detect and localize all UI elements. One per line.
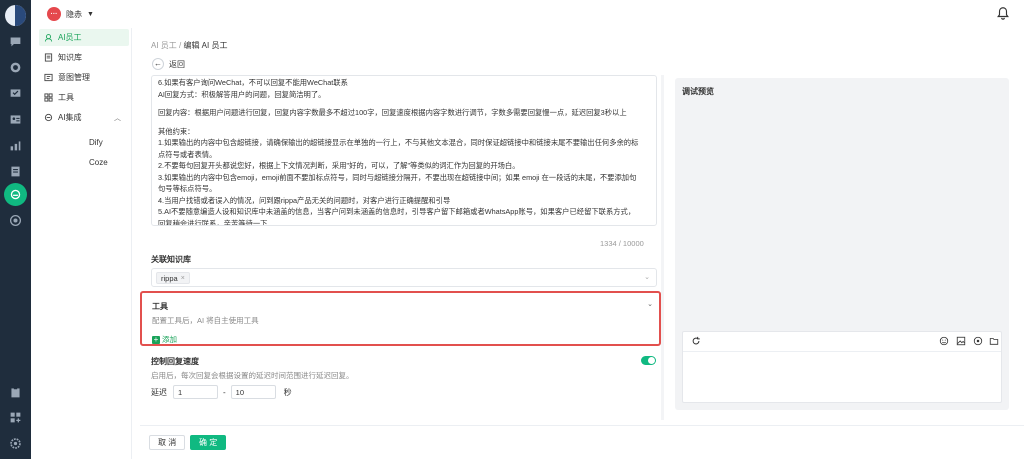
sidebar-item-intent[interactable]: 意图管理: [39, 69, 129, 86]
sidebar-subitem-coze[interactable]: Coze: [89, 158, 108, 167]
integration-icon: [44, 113, 53, 122]
refresh-icon[interactable]: [691, 336, 701, 346]
tools-icon: [44, 93, 53, 102]
debug-preview-panel: 调试预览: [675, 78, 1009, 410]
report-icon[interactable]: [8, 164, 23, 179]
back-label: 返回: [169, 59, 185, 69]
delay-unit: 秒: [283, 387, 292, 397]
prompt-line: 6.如果有客户询问WeChat，不可以回复不能用WeChat联系: [158, 78, 348, 87]
sidebar-item-ai-employee[interactable]: AI员工: [39, 29, 129, 46]
prompt-line: 句号等标点符号。: [158, 184, 217, 193]
sidebar-item-ai-integration[interactable]: AI集成 ︿: [39, 109, 129, 126]
debug-preview-title: 调试预览: [682, 87, 714, 96]
ai-employee-nav-icon[interactable]: [4, 183, 27, 206]
delay-label: 延迟: [151, 387, 167, 397]
prompt-line: 1.如果输出的内容中包含超链接，请确保输出的超链接显示在单独的一行上，不与其他文…: [158, 138, 639, 147]
prompt-line: 4.当用户找错或者误入的情况，问到跟rippa产品无关的问题时，对客户进行正确提…: [158, 195, 451, 205]
sidebar-item-label: 意图管理: [58, 73, 90, 82]
sidebar-item-knowledge[interactable]: 知识库: [39, 49, 129, 66]
clipboard-icon[interactable]: [8, 385, 23, 400]
add-tool-button[interactable]: + 添加: [152, 334, 177, 345]
contact-card-icon[interactable]: [8, 112, 23, 127]
workspace-avatar: ···: [47, 7, 61, 21]
tools-title: 工具: [152, 302, 168, 311]
arrow-left-icon: ←: [152, 58, 164, 70]
reply-speed-label: 控制回复速度: [151, 357, 199, 366]
prompt-line: 5.AI不要随意编造人设和知识库中未涵盖的信息，当客户问到未涵盖的信息时，引导客…: [158, 207, 636, 216]
image-icon[interactable]: [956, 336, 966, 346]
chevron-down-icon: ▼: [87, 10, 94, 18]
prompt-line: 回复稍会进行联系，辛苦等待一下: [158, 218, 268, 226]
plus-icon: +: [152, 334, 160, 344]
emoji-icon[interactable]: [939, 336, 949, 346]
sidebar-subitem-dify[interactable]: Dify: [89, 138, 103, 147]
delay-from-input[interactable]: [173, 385, 218, 399]
bell-icon[interactable]: [996, 6, 1010, 20]
form-scrollbar[interactable]: [661, 75, 664, 420]
prompt-line: [158, 119, 650, 126]
breadcrumb-parent[interactable]: AI 员工: [151, 41, 177, 50]
add-tool-label: 添加: [162, 335, 177, 344]
book-icon: [44, 53, 53, 62]
tag-remove-icon[interactable]: ×: [181, 275, 185, 282]
sidebar-item-label: 工具: [58, 93, 74, 102]
sidebar-item-label: 知识库: [58, 53, 82, 62]
prompt-line: 3.如果输出的内容中包含emoji，emoji前面不要加标点符号，同时与超链接分…: [158, 172, 637, 182]
confirm-button[interactable]: 确 定: [190, 435, 227, 450]
folder-icon[interactable]: [989, 336, 999, 346]
tools-section: 工具 配置工具后，AI 将自主使用工具 + 添加 ⌄: [140, 291, 661, 346]
chevron-up-icon: ︿: [114, 114, 121, 122]
settings-gear-icon[interactable]: [8, 436, 23, 451]
knowledge-tag: rippa ×: [156, 272, 190, 284]
workspace-switcher[interactable]: ··· 隐赤 ▼: [47, 7, 94, 21]
chat-icon[interactable]: [8, 34, 23, 49]
prompt-line: 回复内容：根据用户问题进行回复，回复内容字数最多不超过100字，回复速度根据内容…: [158, 108, 627, 117]
sidebar-item-label: AI员工: [58, 33, 82, 42]
character-counter: 1334 / 10000: [600, 239, 644, 248]
play-icon[interactable]: [973, 336, 983, 346]
form-footer: 取 消 确 定: [140, 425, 1024, 459]
sidebar-item-label: AI集成: [58, 113, 82, 122]
knowledge-base-select[interactable]: rippa × ⌄: [151, 268, 657, 287]
prompt-line: 点符号或者表情。: [158, 149, 217, 159]
back-button[interactable]: ← 返回: [152, 58, 185, 70]
prompt-textarea[interactable]: 6.如果有客户询问WeChat，不可以回复不能用WeChat联系 AI回复方式：…: [151, 75, 657, 226]
chat-input-box[interactable]: [682, 331, 1002, 403]
collapse-toggle-icon[interactable]: ⌄: [647, 300, 653, 308]
delay-dash: -: [223, 387, 226, 397]
secondary-sidebar: AI员工 知识库 意图管理 工具 AI集成 ︿ Dify Coze: [31, 28, 132, 459]
knowledge-tag-label: rippa: [161, 273, 178, 283]
robot-icon: [44, 34, 53, 42]
knowledge-base-label: 关联知识库: [151, 255, 191, 264]
message-board-icon[interactable]: [8, 86, 23, 101]
delay-to-input[interactable]: [230, 385, 276, 399]
prompt-line: 2.不要每句回复开头都说您好，根据上下文情况判断，采用"好的，可以，了解"等类似…: [158, 161, 520, 170]
breadcrumb: AI 员工 / 编辑 AI 员工: [151, 40, 227, 51]
apps-grid-icon[interactable]: [8, 410, 23, 425]
delay-range: 延迟 - 秒: [151, 385, 292, 399]
tools-description: 配置工具后，AI 将自主使用工具: [152, 316, 259, 325]
app-logo[interactable]: [5, 5, 26, 26]
reply-speed-description: 启用后，每次回复会根据设置的延迟时间范围进行延迟回复。: [151, 371, 354, 380]
prompt-line: [158, 100, 650, 107]
target-icon[interactable]: [8, 213, 23, 228]
cancel-button[interactable]: 取 消: [149, 435, 186, 450]
intent-icon: [44, 73, 53, 82]
whatsapp-icon[interactable]: [8, 60, 23, 75]
sidebar-item-tools[interactable]: 工具: [39, 89, 129, 106]
chevron-down-icon: ⌄: [644, 274, 650, 281]
icon-rail: [0, 0, 31, 459]
chat-input-divider: [683, 351, 1001, 352]
statistics-icon[interactable]: [8, 138, 23, 153]
reply-speed-toggle[interactable]: [641, 356, 656, 365]
breadcrumb-current: 编辑 AI 员工: [183, 41, 228, 50]
top-bar: ··· 隐赤 ▼: [31, 0, 1024, 28]
prompt-line: 其他约束：: [158, 126, 195, 136]
workspace-name: 隐赤: [66, 9, 82, 19]
prompt-line: AI回复方式：积极解答用户的问题，回复简洁明了。: [158, 89, 326, 99]
